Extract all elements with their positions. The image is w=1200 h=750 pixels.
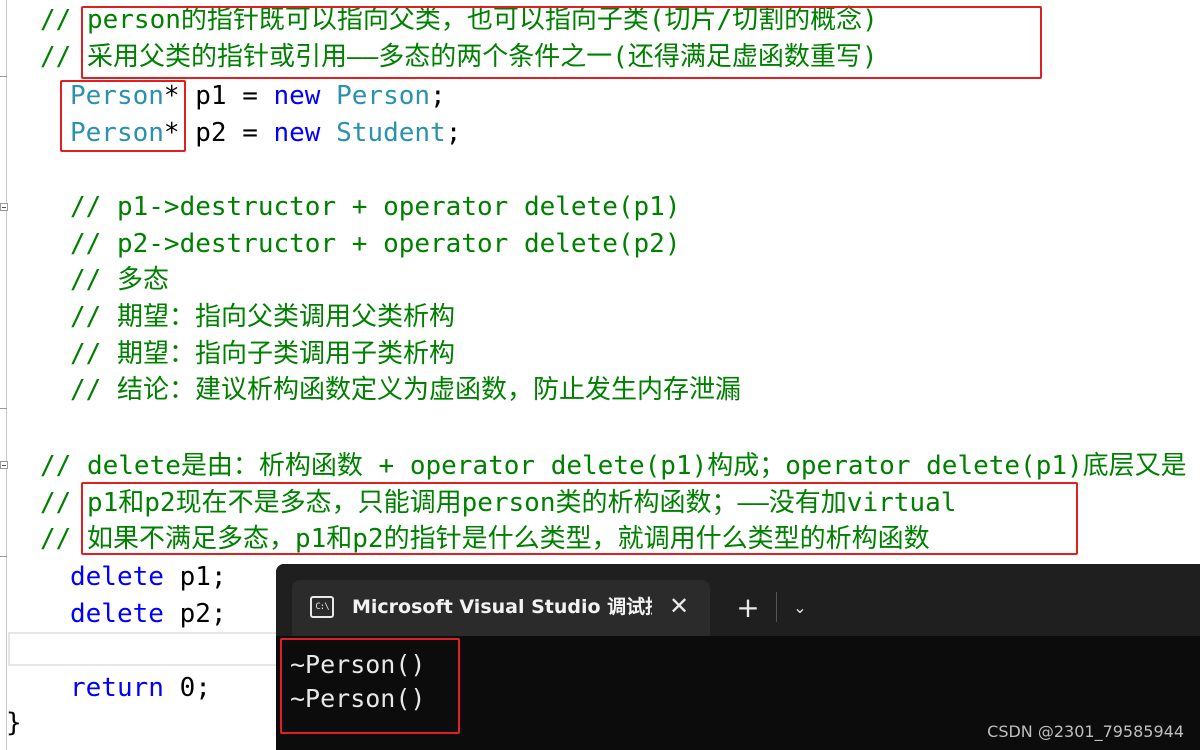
- code-comment-line: // 期望：指向子类调用子类析构: [70, 339, 455, 369]
- gutter-outline-line: [6, 0, 7, 750]
- titlebar-divider: [776, 592, 777, 622]
- console-tab-title: Microsoft Visual Studio 调试控制台: [352, 596, 652, 618]
- keyword: new: [273, 118, 321, 148]
- keyword: delete: [70, 562, 164, 592]
- keyword: return: [70, 673, 164, 703]
- close-icon[interactable]: ✕: [666, 592, 692, 620]
- collapse-toggle-icon[interactable]: [0, 461, 8, 469]
- type-name: Person: [336, 81, 431, 111]
- type-name: Student: [336, 118, 446, 148]
- code-comment-line: // 结论：建议析构函数定义为虚函数，防止发生内存泄漏: [70, 375, 741, 405]
- code-comment-line: // p1->destructor + operator delete(p1): [70, 192, 681, 222]
- code-comment-line: // p2->destructor + operator delete(p2): [70, 229, 681, 259]
- current-line-highlight: [8, 632, 308, 666]
- chevron-down-icon[interactable]: ⌄: [786, 594, 814, 622]
- code-comment-line: // delete是由：析构函数 + operator delete(p1)构成…: [40, 451, 1187, 481]
- collapse-toggle-icon[interactable]: [0, 203, 8, 211]
- code-text: p2 =: [179, 118, 274, 148]
- closing-brace: }: [6, 708, 22, 738]
- keyword: new: [273, 81, 321, 111]
- keyword: delete: [70, 599, 164, 629]
- gutter-tick: [0, 556, 7, 557]
- console-icon: C:\: [310, 596, 334, 618]
- csdn-watermark: CSDN @2301_79585944: [987, 722, 1184, 741]
- console-tab[interactable]: C:\ Microsoft Visual Studio 调试控制台 ✕: [292, 580, 710, 636]
- gutter-tick: [0, 408, 7, 409]
- new-tab-icon[interactable]: +: [734, 594, 762, 622]
- annotation-box-console-output: [280, 638, 460, 734]
- gutter-tick: [0, 76, 7, 77]
- console-titlebar: C:\ Microsoft Visual Studio 调试控制台 ✕ + ⌄: [276, 564, 1200, 636]
- annotation-box-person-pointer: [60, 80, 186, 152]
- annotation-box-comment-top: [81, 6, 1042, 79]
- code-line-delete-p1: delete p1;: [70, 562, 227, 592]
- code-comment-line: // 期望：指向父类调用父类析构: [70, 302, 455, 332]
- code-comment-line: // 多态: [70, 265, 169, 295]
- code-line-return: return 0;: [70, 673, 211, 703]
- code-line-delete-p2: delete p2;: [70, 599, 227, 629]
- code-text: p1 =: [179, 81, 274, 111]
- annotation-box-comment-bottom: [81, 482, 1078, 555]
